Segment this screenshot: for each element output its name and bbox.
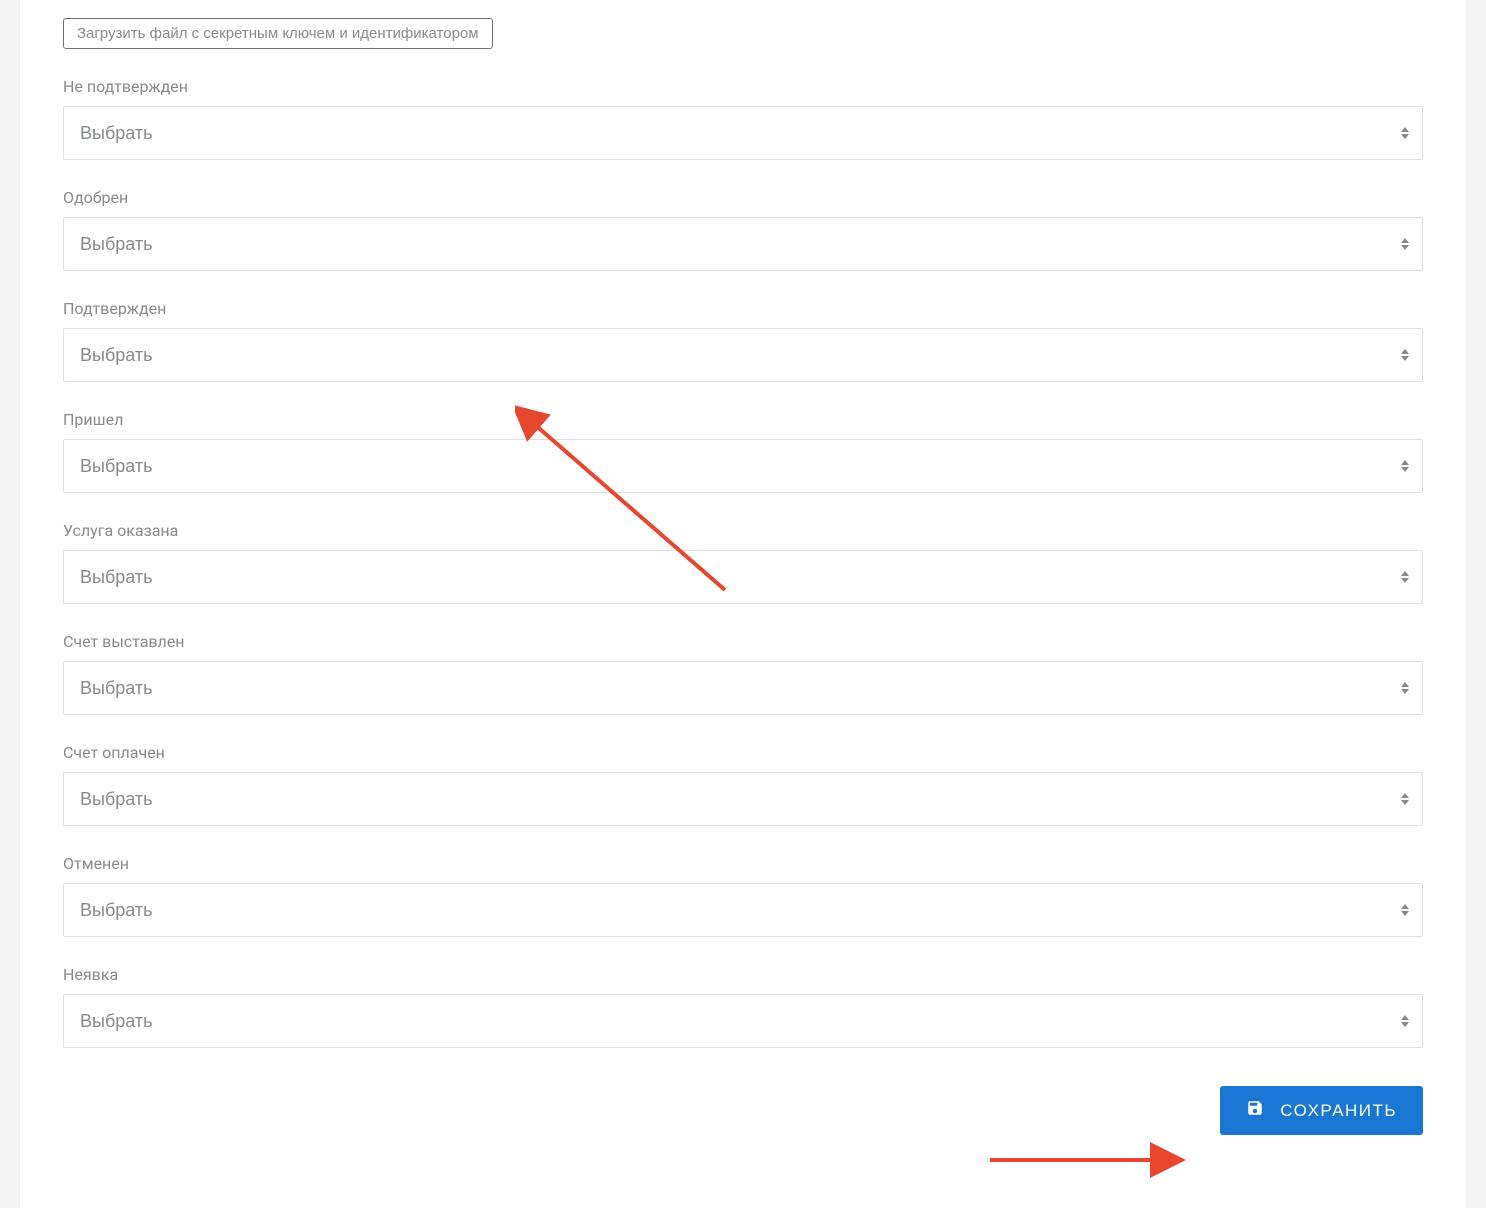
label-arrived: Пришел xyxy=(63,410,1423,429)
select-value-service-done: Выбрать xyxy=(80,567,153,587)
select-value-no-show: Выбрать xyxy=(80,1011,153,1031)
label-cancelled: Отменен xyxy=(63,854,1423,873)
select-wrapper-not-confirmed: Выбрать xyxy=(63,106,1423,160)
select-value-not-confirmed: Выбрать xyxy=(80,123,153,143)
select-wrapper-approved: Выбрать xyxy=(63,217,1423,271)
field-invoice-paid: Счет оплачен Выбрать xyxy=(63,743,1423,826)
select-confirmed[interactable]: Выбрать xyxy=(63,328,1423,382)
label-invoice-issued: Счет выставлен xyxy=(63,632,1423,651)
label-approved: Одобрен xyxy=(63,188,1423,207)
select-approved[interactable]: Выбрать xyxy=(63,217,1423,271)
select-wrapper-no-show: Выбрать xyxy=(63,994,1423,1048)
select-invoice-issued[interactable]: Выбрать xyxy=(63,661,1423,715)
select-not-confirmed[interactable]: Выбрать xyxy=(63,106,1423,160)
select-wrapper-confirmed: Выбрать xyxy=(63,328,1423,382)
select-no-show[interactable]: Выбрать xyxy=(63,994,1423,1048)
select-wrapper-cancelled: Выбрать xyxy=(63,883,1423,937)
label-service-done: Услуга оказана xyxy=(63,521,1423,540)
select-wrapper-arrived: Выбрать xyxy=(63,439,1423,493)
field-cancelled: Отменен Выбрать xyxy=(63,854,1423,937)
save-icon xyxy=(1246,1099,1264,1122)
label-confirmed: Подтвержден xyxy=(63,299,1423,318)
save-button-label: СОХРАНИТЬ xyxy=(1280,1101,1397,1121)
field-arrived: Пришел Выбрать xyxy=(63,410,1423,493)
select-wrapper-invoice-paid: Выбрать xyxy=(63,772,1423,826)
select-value-approved: Выбрать xyxy=(80,234,153,254)
select-value-cancelled: Выбрать xyxy=(80,900,153,920)
field-service-done: Услуга оказана Выбрать xyxy=(63,521,1423,604)
field-confirmed: Подтвержден Выбрать xyxy=(63,299,1423,382)
save-button[interactable]: СОХРАНИТЬ xyxy=(1220,1086,1423,1135)
select-value-invoice-paid: Выбрать xyxy=(80,789,153,809)
label-not-confirmed: Не подтвержден xyxy=(63,77,1423,96)
field-not-confirmed: Не подтвержден Выбрать xyxy=(63,77,1423,160)
select-wrapper-invoice-issued: Выбрать xyxy=(63,661,1423,715)
select-cancelled[interactable]: Выбрать xyxy=(63,883,1423,937)
upload-key-file-button[interactable]: Загрузить файл с секретным ключем и иден… xyxy=(63,18,493,49)
label-no-show: Неявка xyxy=(63,965,1423,984)
field-no-show: Неявка Выбрать xyxy=(63,965,1423,1048)
select-wrapper-service-done: Выбрать xyxy=(63,550,1423,604)
field-invoice-issued: Счет выставлен Выбрать xyxy=(63,632,1423,715)
select-service-done[interactable]: Выбрать xyxy=(63,550,1423,604)
upload-key-file-label: Загрузить файл с секретным ключем и иден… xyxy=(77,25,479,42)
select-arrived[interactable]: Выбрать xyxy=(63,439,1423,493)
select-value-arrived: Выбрать xyxy=(80,456,153,476)
select-value-confirmed: Выбрать xyxy=(80,345,153,365)
label-invoice-paid: Счет оплачен xyxy=(63,743,1423,762)
select-invoice-paid[interactable]: Выбрать xyxy=(63,772,1423,826)
settings-form-panel: Загрузить файл с секретным ключем и иден… xyxy=(20,0,1466,1208)
form-actions: СОХРАНИТЬ xyxy=(63,1086,1423,1135)
field-approved: Одобрен Выбрать xyxy=(63,188,1423,271)
select-value-invoice-issued: Выбрать xyxy=(80,678,153,698)
